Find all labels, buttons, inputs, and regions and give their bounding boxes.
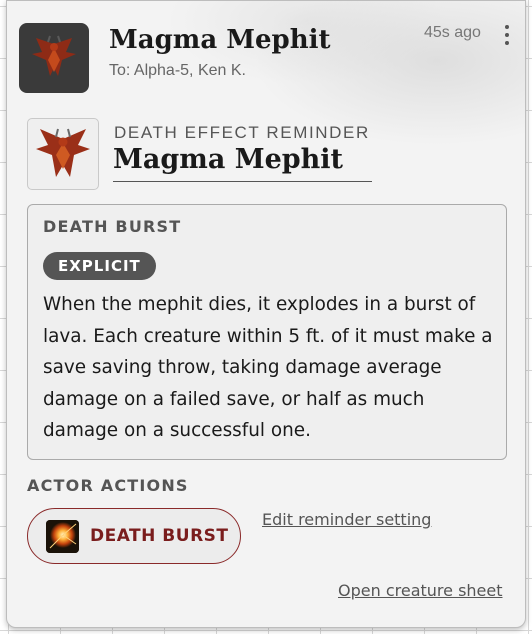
- effect-title: DEATH BURST: [43, 217, 182, 236]
- effect-description: When the mephit dies, it explodes in a b…: [43, 294, 493, 441]
- explicit-badge: EXPLICIT: [43, 252, 156, 280]
- message-recipients: To: Alpha-5, Ken K.: [109, 62, 246, 79]
- death-effect-panel: DEATH BURST EXPLICIT When the mephit die…: [27, 204, 507, 460]
- message-timestamp: 45s ago: [424, 24, 481, 41]
- mephit-avatar-icon: [19, 23, 89, 93]
- death-burst-label: DEATH BURST: [90, 526, 229, 546]
- mephit-portrait-icon: [27, 118, 99, 190]
- vertical-ellipsis-icon[interactable]: [501, 25, 513, 45]
- open-creature-sheet-link[interactable]: Open creature sheet: [338, 581, 503, 600]
- reminder-creature-name: Magma Mephit: [113, 144, 372, 182]
- burst-icon: [46, 519, 79, 553]
- death-burst-button[interactable]: DEATH BURST: [27, 508, 241, 564]
- reminder-kicker: DEATH EFFECT REMINDER: [114, 123, 370, 142]
- message-title: Magma Mephit: [109, 25, 331, 55]
- chat-message-card: Magma Mephit To: Alpha-5, Ken K. 45s ago…: [6, 0, 526, 628]
- edit-reminder-link[interactable]: Edit reminder setting: [262, 510, 431, 529]
- actor-actions-heading: ACTOR ACTIONS: [27, 476, 189, 495]
